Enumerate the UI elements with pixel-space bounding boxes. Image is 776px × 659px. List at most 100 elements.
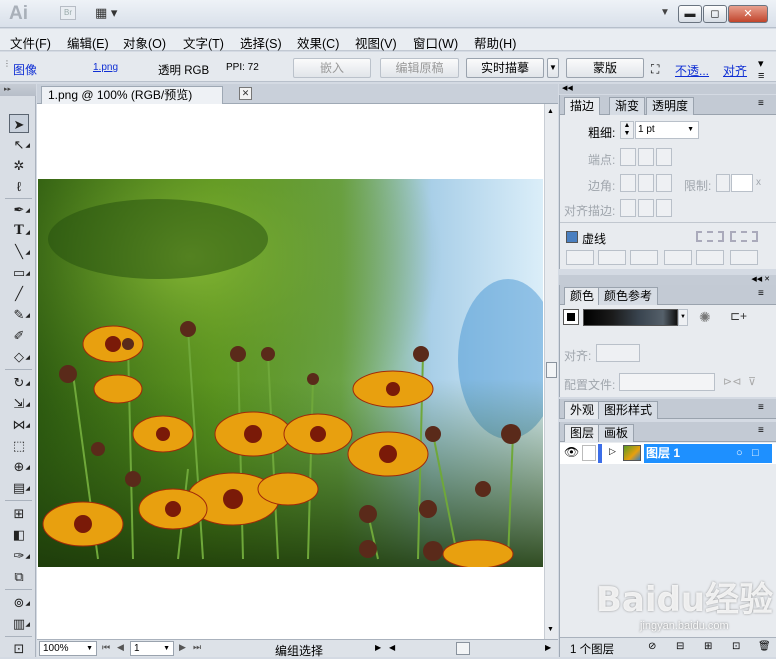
width-tool-icon[interactable]: ⋈ ◢: [9, 415, 31, 434]
target-icon[interactable]: ○: [736, 444, 743, 463]
visibility-eye-icon[interactable]: 👁: [564, 445, 579, 459]
round-cap-icon[interactable]: [638, 148, 654, 166]
prev-artboard-icon[interactable]: ◀: [117, 642, 124, 653]
menu-type[interactable]: 文字(T): [183, 33, 224, 52]
limit-stepper[interactable]: [716, 174, 730, 192]
pencil-tool-icon[interactable]: ✎ ◢: [9, 305, 30, 324]
paintbrush-tool-icon[interactable]: ╱: [9, 284, 29, 303]
flip-horizontal-icon[interactable]: ⊳⊲: [723, 375, 741, 388]
tab-layers[interactable]: 图层: [564, 424, 601, 442]
line-segment-tool-icon[interactable]: ╲ ◢: [9, 242, 30, 261]
edit-colors-icon[interactable]: ✺: [699, 309, 711, 326]
fill-stroke-swatch[interactable]: [563, 309, 579, 325]
delete-layer-icon[interactable]: 🗑: [758, 641, 771, 652]
last-artboard-icon[interactable]: ⏭: [193, 642, 201, 653]
scroll-left-icon[interactable]: ◀: [389, 643, 395, 652]
expand-layer-icon[interactable]: ▷: [609, 446, 616, 457]
free-transform-tool-icon[interactable]: ⬚: [9, 436, 29, 455]
mask-button[interactable]: 蒙版: [566, 58, 644, 78]
selection-indicator-icon[interactable]: □: [752, 444, 759, 463]
align-to-selection-icon[interactable]: [596, 344, 640, 362]
color-panel-grip[interactable]: ◀◀ ✕: [559, 275, 776, 285]
tab-transparency[interactable]: 透明度: [646, 97, 695, 115]
pen-tool-icon[interactable]: ✒ ◢: [9, 200, 30, 219]
selection-tool-icon[interactable]: ➤: [9, 114, 29, 133]
tab-color[interactable]: 颜色: [564, 287, 601, 305]
dash-field-1[interactable]: [566, 250, 594, 265]
color-guide-harmony-strip[interactable]: [583, 309, 678, 326]
control-bar-grip-icon[interactable]: ⋮: [3, 59, 11, 68]
blob-brush-tool-icon[interactable]: ✐: [9, 326, 29, 345]
magic-wand-tool-icon[interactable]: ✲: [9, 156, 29, 175]
live-trace-button[interactable]: 实时描摹: [466, 58, 544, 78]
next-artboard-icon[interactable]: ▶: [179, 642, 186, 653]
limit-input[interactable]: [731, 174, 753, 192]
recolor-icon[interactable]: ⛶: [651, 62, 659, 77]
close-document-icon[interactable]: ✕: [239, 87, 252, 100]
miter-join-icon[interactable]: [620, 174, 636, 192]
symbol-sprayer-tool-icon[interactable]: ⊚ ◢: [9, 593, 30, 612]
opacity-link[interactable]: 不透...: [675, 62, 709, 79]
align-outside-stroke-icon[interactable]: [656, 199, 672, 217]
butt-cap-icon[interactable]: [620, 148, 636, 166]
arrange-documents-button[interactable]: ▦ ▾: [95, 5, 125, 21]
scroll-thumb[interactable]: [546, 362, 557, 378]
dashed-line-checkbox[interactable]: [566, 231, 578, 243]
close-window-button[interactable]: ✕: [728, 5, 768, 23]
stroke-weight-select[interactable]: 1 pt ▼: [635, 121, 699, 139]
menu-window[interactable]: 窗口(W): [413, 33, 458, 52]
layer-name-cell[interactable]: 图层 1 ○ □: [644, 444, 772, 463]
tab-appearance[interactable]: 外观: [564, 401, 601, 419]
tab-artboards[interactable]: 画板: [598, 424, 635, 442]
edit-original-button[interactable]: 编辑原稿: [380, 58, 459, 78]
canvas-vertical-scrollbar[interactable]: ▲ ▼: [544, 104, 558, 639]
blend-tool-icon[interactable]: ⧉: [9, 567, 29, 586]
workspace-chevron-icon[interactable]: ▼: [660, 7, 670, 18]
menu-select[interactable]: 选择(S): [240, 33, 282, 52]
menu-file[interactable]: 文件(F): [10, 33, 51, 52]
perspective-grid-tool-icon[interactable]: ▤ ◢: [9, 478, 30, 497]
stroke-panel-menu-icon[interactable]: ≡: [758, 98, 764, 109]
save-color-group-icon[interactable]: ⊏+: [730, 309, 747, 323]
linked-file-link[interactable]: 1.png: [93, 62, 118, 73]
gap-field-1[interactable]: [598, 250, 626, 265]
embed-button[interactable]: 嵌入: [293, 58, 371, 78]
weight-stepper[interactable]: ▲ ▼: [620, 121, 634, 139]
scroll-down-icon[interactable]: ▼: [547, 626, 554, 633]
tab-gradient[interactable]: 渐变: [609, 97, 646, 115]
menu-edit[interactable]: 编辑(E): [67, 33, 109, 52]
layers-panel-menu-icon[interactable]: ≡: [758, 425, 764, 436]
dash-preset-1-icon[interactable]: [696, 231, 724, 242]
panel-dock-grip[interactable]: ◀◀: [559, 84, 776, 94]
profile-select[interactable]: [619, 373, 715, 391]
artboard-canvas[interactable]: [37, 104, 544, 639]
menu-effect[interactable]: 效果(C): [297, 33, 339, 52]
menu-view[interactable]: 视图(V): [355, 33, 397, 52]
dash-preset-2-icon[interactable]: [730, 231, 758, 242]
menu-object[interactable]: 对象(O): [123, 33, 166, 52]
live-trace-options-icon[interactable]: ▼: [547, 58, 559, 78]
scroll-right-icon[interactable]: ▶: [545, 643, 551, 652]
tab-color-guide[interactable]: 颜色参考: [598, 287, 659, 305]
placed-image-flowers[interactable]: [38, 179, 543, 567]
gap-field-2[interactable]: [664, 250, 692, 265]
status-text[interactable]: 编组选择: [275, 642, 323, 659]
status-menu-icon[interactable]: ▶: [375, 643, 381, 652]
color-panel-menu-icon[interactable]: ≡: [758, 288, 764, 299]
dash-field-2[interactable]: [630, 250, 658, 265]
align-center-stroke-icon[interactable]: [620, 199, 636, 217]
mesh-tool-icon[interactable]: ⊞: [9, 504, 29, 523]
document-tab[interactable]: 1.png @ 100% (RGB/预览): [41, 86, 223, 104]
tools-panel-grip[interactable]: ▸▸: [0, 84, 36, 96]
first-artboard-icon[interactable]: ⏮: [102, 642, 110, 653]
rotate-tool-icon[interactable]: ↻ ◢: [9, 373, 30, 392]
lock-toggle[interactable]: [582, 445, 596, 461]
shape-builder-tool-icon[interactable]: ⊕ ◢: [9, 457, 30, 476]
artboard-select[interactable]: 1 ▼: [130, 641, 174, 656]
gap-field-3[interactable]: [730, 250, 758, 265]
locate-object-icon[interactable]: ⊘: [648, 641, 656, 652]
selection-type-label[interactable]: 图像: [13, 61, 37, 78]
make-clipping-mask-icon[interactable]: ⊟: [676, 641, 684, 652]
bridge-button[interactable]: Br: [60, 6, 76, 20]
eyedropper-tool-icon[interactable]: ✑ ◢: [9, 546, 30, 565]
